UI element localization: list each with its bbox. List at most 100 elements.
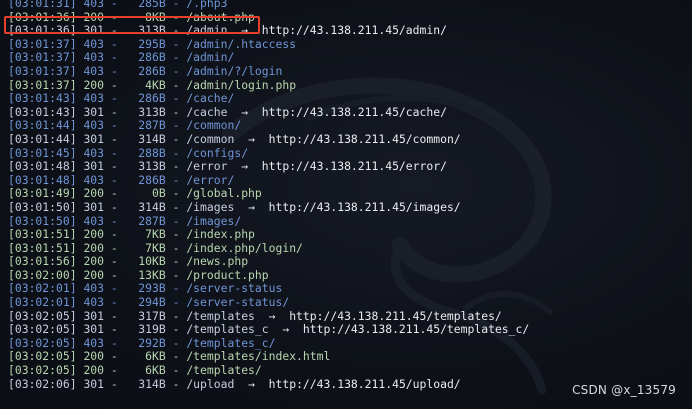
log-status: 403 xyxy=(83,281,105,296)
log-path: /configs/ xyxy=(186,145,249,160)
log-line: [03:01:56] 200 - 10KB - /news.php xyxy=(8,254,249,269)
log-time: [03:01:50] xyxy=(8,213,77,228)
redirect-url: http://43.138.211.45/common/ xyxy=(268,131,461,146)
log-status: 403 xyxy=(83,50,105,65)
log-status: 200 xyxy=(83,254,105,269)
log-time: [03:02:06] xyxy=(8,376,77,391)
log-status: 403 xyxy=(83,335,105,350)
log-size: 319B xyxy=(131,322,166,337)
log-status: 301 xyxy=(83,199,105,214)
log-line: [03:02:05] 200 - 6KB - /templates/index.… xyxy=(8,349,331,364)
log-status: 301 xyxy=(83,131,105,146)
log-size: 287B xyxy=(131,118,166,133)
log-line: [03:01:49] 200 - 0B - /global.php xyxy=(8,186,262,201)
log-path: /global.php xyxy=(186,186,262,201)
log-path: /about.php xyxy=(186,9,255,24)
log-line: [03:02:00] 200 - 13KB - /product.php xyxy=(8,267,269,282)
log-line: [03:01:37] 200 - 4KB - /admin/login.php xyxy=(8,77,297,92)
log-path: /server-status xyxy=(186,281,283,296)
log-path: /templates_c xyxy=(186,322,269,337)
log-line: [03:01:50] 301 - 314B - /images → http:/… xyxy=(8,199,461,214)
log-path: /templates_c/ xyxy=(186,335,276,350)
log-line: [03:01:44] 403 - 287B - /common/ xyxy=(8,118,242,133)
log-size: 293B xyxy=(131,281,166,296)
log-path: /admin/ xyxy=(186,50,235,65)
log-line: [03:01:43] 403 - 286B - /cache/ xyxy=(8,91,235,106)
log-time: [03:02:05] xyxy=(8,349,77,364)
log-time: [03:01:36] xyxy=(8,23,77,38)
log-path: /server-status/ xyxy=(186,295,290,310)
log-path: /admin/login.php xyxy=(186,77,297,92)
redirect-arrow-icon: → xyxy=(268,308,276,323)
log-time: [03:02:01] xyxy=(8,295,77,310)
log-line: [03:02:01] 403 - 293B - /server-status xyxy=(8,281,283,296)
redirect-url: http://43.138.211.45/upload/ xyxy=(268,376,461,391)
redirect-url: http://43.138.211.45/templates_c/ xyxy=(302,322,530,337)
redirect-url: http://43.138.211.45/templates/ xyxy=(289,308,502,323)
redirect-arrow-icon: → xyxy=(241,104,249,119)
log-status: 200 xyxy=(83,227,105,242)
log-line: [03:01:37] 403 - 286B - /admin/?/login xyxy=(8,63,283,78)
log-line: [03:01:50] 403 - 287B - /images/ xyxy=(8,213,242,228)
log-status: 301 xyxy=(83,104,105,119)
log-size: 314B xyxy=(131,199,166,214)
log-status: 403 xyxy=(83,118,105,133)
redirect-arrow-icon: → xyxy=(248,376,255,391)
redirect-url: http://43.138.211.45/cache/ xyxy=(261,104,447,119)
log-line: [03:01:36] 301 - 313B - /admin → http://… xyxy=(8,23,447,38)
log-path: /templates xyxy=(186,308,255,323)
log-status: 403 xyxy=(83,295,105,310)
log-time: [03:01:44] xyxy=(8,131,77,146)
log-size: 286B xyxy=(131,172,166,187)
log-path: /images/ xyxy=(186,213,242,228)
log-path: /common xyxy=(186,131,235,146)
log-status: 403 xyxy=(83,36,105,51)
log-size: 7KB xyxy=(131,227,166,242)
log-time: [03:01:56] xyxy=(8,254,77,269)
log-time: [03:01:37] xyxy=(8,77,77,92)
log-size: 10KB xyxy=(131,254,166,269)
log-size: 313B xyxy=(131,104,166,119)
log-status: 200 xyxy=(83,349,105,364)
log-status: 200 xyxy=(83,363,105,378)
log-time: [03:01:43] xyxy=(8,104,77,119)
log-time: [03:01:51] xyxy=(8,227,77,242)
log-time: [03:02:01] xyxy=(8,281,77,296)
log-size: 288B xyxy=(131,145,166,160)
log-path: /templates/ xyxy=(186,363,262,378)
log-time: [03:01:44] xyxy=(8,118,77,133)
log-time: [03:01:37] xyxy=(8,36,77,51)
log-time: [03:01:49] xyxy=(8,186,77,201)
log-time: [03:01:48] xyxy=(8,172,77,187)
log-size: 286B xyxy=(131,63,166,78)
log-line: [03:01:48] 301 - 313B - /error → http://… xyxy=(8,159,447,174)
log-size: 317B xyxy=(131,308,166,323)
redirect-arrow-icon: → xyxy=(282,322,290,337)
terminal-window[interactable]: [03:01:31] 403 - 285B - /.php3 [03:01:36]… xyxy=(0,0,692,409)
redirect-url: http://43.138.211.45/images/ xyxy=(268,199,461,214)
log-line: [03:01:36] 200 - 8KB - /about.php xyxy=(8,9,255,24)
log-size: 286B xyxy=(131,50,166,65)
log-size: 313B xyxy=(131,159,166,174)
log-line: [03:02:05] 301 - 317B - /templates → htt… xyxy=(8,308,502,323)
log-time: [03:01:31] xyxy=(8,0,77,10)
log-status: 403 xyxy=(83,213,105,228)
log-status: 301 xyxy=(83,376,105,391)
log-status: 200 xyxy=(83,186,105,201)
log-path: /index.php xyxy=(186,227,255,242)
log-path: /admin/.htaccess xyxy=(186,36,297,51)
log-line: [03:01:51] 200 - 7KB - /index.php xyxy=(8,227,255,242)
log-size: 0B xyxy=(131,186,166,201)
log-path: /admin/?/login xyxy=(186,63,283,78)
log-size: 8KB xyxy=(131,9,166,24)
log-status: 301 xyxy=(83,322,105,337)
log-time: [03:01:37] xyxy=(8,50,77,65)
dirsearch-output: [03:01:31] 403 - 285B - /.php3 [03:01:36]… xyxy=(8,0,529,391)
log-time: [03:02:05] xyxy=(8,363,77,378)
log-line: [03:01:37] 403 - 295B - /admin/.htaccess xyxy=(8,36,297,51)
log-path: /images xyxy=(186,199,235,214)
redirect-arrow-icon: → xyxy=(241,23,249,38)
log-line: [03:02:05] 200 - 6KB - /templates/ xyxy=(8,363,262,378)
redirect-arrow-icon: → xyxy=(248,131,255,146)
log-status: 403 xyxy=(83,172,105,187)
